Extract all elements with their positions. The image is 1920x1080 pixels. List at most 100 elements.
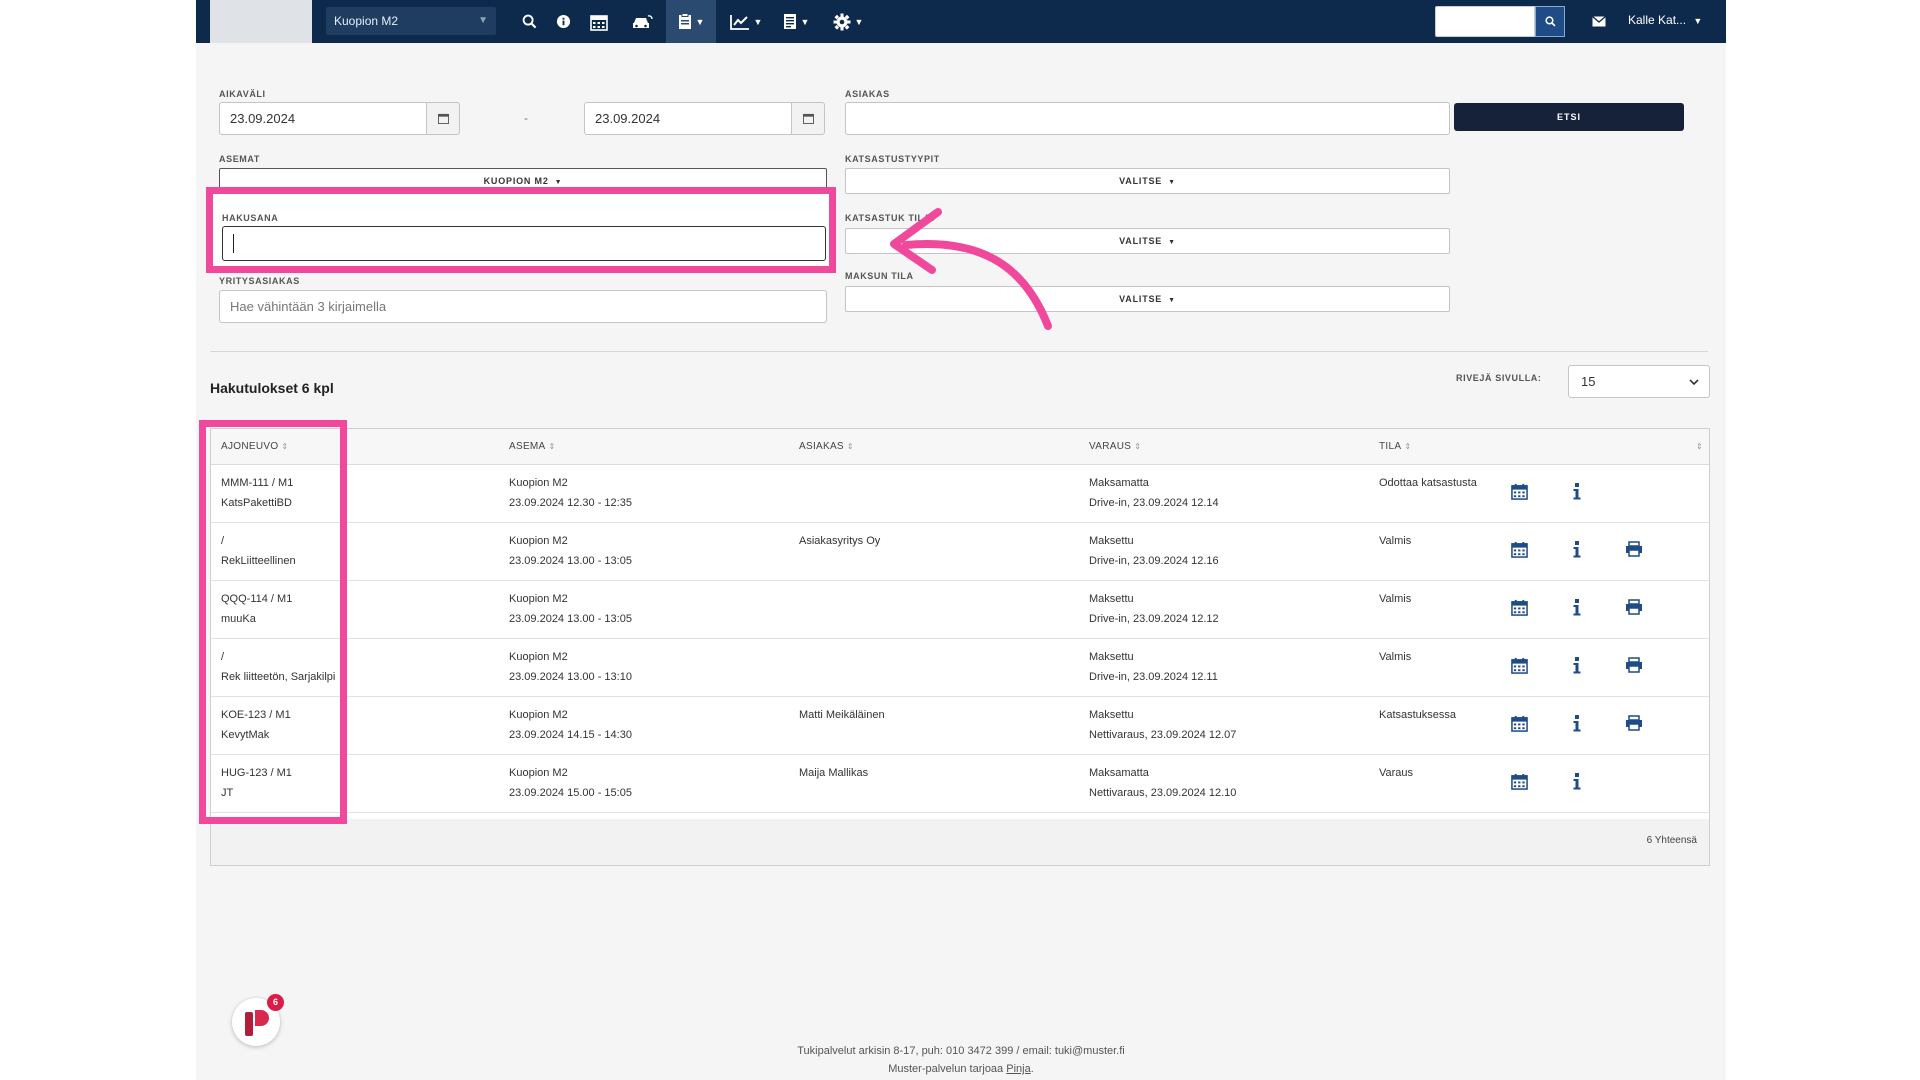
column-header-tila[interactable]: TILA ⇕ [1379, 441, 1411, 452]
info-icon[interactable] [1567, 597, 1587, 617]
table-row[interactable]: QQQ-114 / M1 muuKa Kuopion M2 23.09.2024 13… [211, 581, 1709, 639]
clipboard-menu[interactable]: ▼ [666, 0, 716, 43]
date-to-input[interactable]: 23.09.2024 [584, 102, 792, 135]
calendar-icon[interactable] [1509, 539, 1529, 559]
calendar-icon[interactable] [582, 0, 616, 43]
caret-down-icon: ▼ [1168, 179, 1176, 186]
vehicle-description: muuKa [221, 613, 256, 625]
app-window: Kuopion M2 ▼ ▼ ▼ ▼ ▼ Kalle Kat... ▼ AIKA… [196, 0, 1726, 1080]
caret-down-icon: ▼ [1168, 297, 1176, 304]
table-row[interactable]: / RekLiitteellinen Kuopion M2 23.09.2024 13… [211, 523, 1709, 581]
clipboard-icon [678, 13, 691, 29]
yritysasiakas-label: YRITYSASIAKAS [219, 276, 300, 286]
station-cell: Kuopion M2 23.09.2024 13.00 - 13:05 [509, 589, 632, 629]
car-swap-icon[interactable] [624, 0, 660, 43]
info-icon[interactable] [1567, 481, 1587, 501]
rows-per-page-label: RIVEJÄ SIVULLA: [1456, 373, 1542, 383]
table-footer: 6 Yhteensä [211, 819, 1709, 865]
vehicle-cell: QQQ-114 / M1 muuKa [221, 589, 292, 629]
payment-status: Maksamatta [1089, 767, 1149, 779]
date-to-calendar-button[interactable] [791, 102, 825, 135]
user-menu[interactable]: Kalle Kat... ▼ [1628, 13, 1702, 27]
print-icon[interactable] [1624, 597, 1644, 617]
hakusana-input[interactable] [222, 226, 826, 261]
column-header-asema[interactable]: ASEMA ⇕ [509, 441, 556, 452]
print-icon[interactable] [1624, 655, 1644, 675]
search-icon [1544, 16, 1556, 27]
maksun-tila-select-value: VALITSE [1119, 294, 1163, 304]
calendar-icon[interactable] [1509, 481, 1529, 501]
booking-info: Nettivaraus, 23.09.2024 12.10 [1089, 787, 1237, 799]
vehicle-cell: / Rek liitteetön, Sarjakilpi [221, 647, 335, 687]
vehicle-registration: MMM-111 / M1 [221, 477, 294, 489]
vehicle-description: RekLiitteellinen [221, 555, 296, 567]
inspection-time: 23.09.2024 13.00 - 13:10 [509, 671, 632, 683]
station-name: Kuopion M2 [509, 535, 568, 547]
booking-info: Drive-in, 23.09.2024 12.11 [1089, 671, 1218, 683]
table-row[interactable]: / Rek liitteetön, Sarjakilpi Kuopion M2 23.… [211, 639, 1709, 697]
global-search-input[interactable] [1435, 6, 1535, 37]
date-from-calendar-button[interactable] [426, 102, 460, 135]
status-cell: Valmis [1379, 651, 1412, 663]
info-icon[interactable] [1567, 771, 1587, 791]
provider-link[interactable]: Pinja [1006, 1063, 1030, 1075]
annotation-arrow [890, 208, 1052, 330]
mail-icon[interactable] [1592, 14, 1606, 32]
table-row[interactable]: KOE-123 / M1 KevytMak Kuopion M2 23.09.2024… [211, 697, 1709, 755]
chart-menu[interactable]: ▼ [724, 0, 768, 43]
booking-info: Nettivaraus, 23.09.2024 12.07 [1089, 729, 1237, 741]
vehicle-description: Rek liitteetön, Sarjakilpi [221, 671, 336, 683]
calendar-icon[interactable] [1509, 771, 1529, 791]
station-name: Kuopion M2 [509, 709, 568, 721]
top-navbar: Kuopion M2 ▼ ▼ ▼ ▼ ▼ Kalle Kat... ▼ [196, 0, 1726, 43]
global-search-button[interactable] [1535, 6, 1565, 37]
chat-widget-button[interactable]: 6 [232, 994, 284, 1046]
customer-cell: Matti Meikäläinen [799, 709, 885, 721]
sort-icon[interactable]: ⇕ [1693, 441, 1703, 452]
column-header-asiakas[interactable]: ASIAKAS ⇕ [799, 441, 854, 452]
app-logo[interactable] [210, 0, 312, 43]
calendar-icon [802, 113, 814, 124]
etsi-button[interactable]: ETSI [1454, 103, 1684, 131]
payment-status: Maksettu [1089, 535, 1134, 547]
sort-icon: ⇕ [846, 442, 854, 451]
station-cell: Kuopion M2 23.09.2024 12.30 - 12:35 [509, 473, 632, 513]
vehicle-registration: KOE-123 / M1 [221, 709, 291, 721]
calendar-icon[interactable] [1509, 655, 1529, 675]
station-select[interactable]: Kuopion M2 ▼ [326, 7, 496, 35]
user-name: Kalle Kat... [1628, 13, 1687, 27]
print-icon[interactable] [1624, 713, 1644, 733]
vehicle-cell: HUG-123 / M1 JT [221, 763, 292, 803]
caret-down-icon: ▼ [554, 179, 563, 186]
payment-status: Maksamatta [1089, 477, 1149, 489]
chart-icon [729, 14, 749, 30]
info-icon[interactable] [1567, 713, 1587, 733]
chevron-down-icon: ▼ [478, 15, 488, 26]
document-menu[interactable]: ▼ [776, 0, 816, 43]
status-cell: Valmis [1379, 535, 1412, 547]
info-icon[interactable] [1567, 539, 1587, 559]
search-icon[interactable] [514, 0, 544, 43]
date-range-separator: - [524, 111, 528, 125]
station-name: Kuopion M2 [509, 593, 568, 605]
katsastustyypit-select[interactable]: VALITSE ▼ [845, 168, 1450, 194]
yritysasiakas-input[interactable]: Hae vähintään 3 kirjaimella [219, 290, 827, 323]
customer-cell: Maija Mallikas [799, 767, 869, 779]
date-from-input[interactable]: 23.09.2024 [219, 102, 427, 135]
calendar-icon[interactable] [1509, 713, 1529, 733]
print-icon[interactable] [1624, 539, 1644, 559]
station-name: Kuopion M2 [509, 767, 568, 779]
settings-menu[interactable]: ▼ [826, 0, 870, 43]
info-icon[interactable] [548, 0, 578, 43]
asiakas-input[interactable] [845, 102, 1450, 135]
column-header-varaus[interactable]: VARAUS ⇕ [1089, 441, 1141, 452]
vehicle-registration: HUG-123 / M1 [221, 767, 292, 779]
table-row[interactable]: HUG-123 / M1 JT Kuopion M2 23.09.2024 15.00… [211, 755, 1709, 813]
customer-cell: Asiakasyritys Oy [799, 535, 881, 547]
column-header-ajoneuvo[interactable]: AJONEUVO ⇕ [221, 441, 288, 452]
calendar-icon[interactable] [1509, 597, 1529, 617]
sort-icon: ⇕ [548, 442, 556, 451]
rows-per-page-select[interactable]: 15 [1568, 365, 1710, 398]
table-row[interactable]: MMM-111 / M1 KatsPakettiBD Kuopion M2 23.09… [211, 465, 1709, 523]
info-icon[interactable] [1567, 655, 1587, 675]
